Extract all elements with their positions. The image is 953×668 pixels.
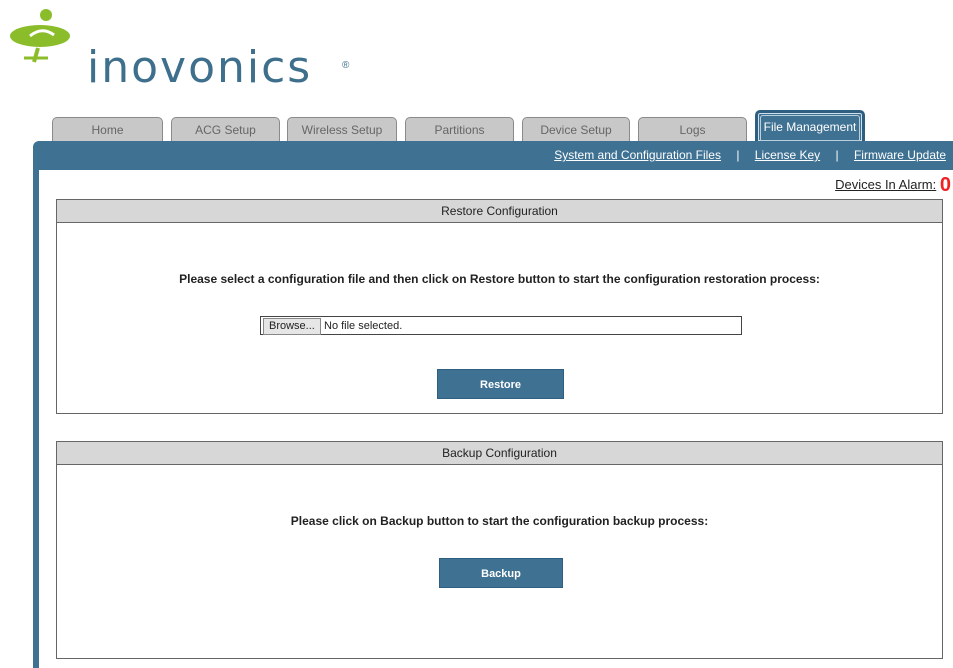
devices-in-alarm: Devices In Alarm: 0 xyxy=(835,174,951,197)
tab-logs[interactable]: Logs xyxy=(638,117,747,142)
devices-in-alarm-label[interactable]: Devices In Alarm: xyxy=(835,177,936,192)
content-left-border xyxy=(33,170,39,668)
link-license-key[interactable]: License Key xyxy=(755,148,820,162)
config-file-input[interactable]: Browse... No file selected. xyxy=(260,316,742,335)
sub-navigation: System and Configuration Files | License… xyxy=(554,148,946,162)
restore-button[interactable]: Restore xyxy=(437,369,564,399)
separator: | xyxy=(835,148,839,162)
tab-acg-setup[interactable]: ACG Setup xyxy=(171,117,280,142)
devices-in-alarm-count: 0 xyxy=(939,174,951,196)
tab-file-management[interactable]: File Management xyxy=(755,110,865,144)
sub-navigation-bar: System and Configuration Files | License… xyxy=(33,141,953,170)
registered-mark: ® xyxy=(342,60,350,71)
restore-configuration-panel: Restore Configuration Please select a co… xyxy=(56,199,943,414)
restore-panel-title: Restore Configuration xyxy=(57,200,942,223)
separator: | xyxy=(736,148,740,162)
tab-home[interactable]: Home xyxy=(52,117,163,142)
backup-configuration-panel: Backup Configuration Please click on Bac… xyxy=(56,441,943,659)
tab-wireless-setup[interactable]: Wireless Setup xyxy=(287,117,397,142)
logo-wordmark: inovonics xyxy=(87,42,313,93)
tab-file-management-label: File Management xyxy=(760,115,860,141)
tab-partitions[interactable]: Partitions xyxy=(405,117,514,142)
logo-mark-icon xyxy=(10,9,70,63)
tab-device-setup[interactable]: Device Setup xyxy=(522,117,630,142)
browse-button[interactable]: Browse... xyxy=(263,318,321,335)
restore-instruction: Please select a configuration file and t… xyxy=(179,272,820,286)
backup-button[interactable]: Backup xyxy=(439,558,563,588)
backup-instruction: Please click on Backup button to start t… xyxy=(290,514,709,528)
link-system-configuration-files[interactable]: System and Configuration Files xyxy=(554,148,721,162)
inovonics-logo: inovonics ® xyxy=(8,8,350,98)
file-status: No file selected. xyxy=(324,320,403,332)
backup-panel-title: Backup Configuration xyxy=(57,442,942,465)
link-firmware-update[interactable]: Firmware Update xyxy=(854,148,946,162)
